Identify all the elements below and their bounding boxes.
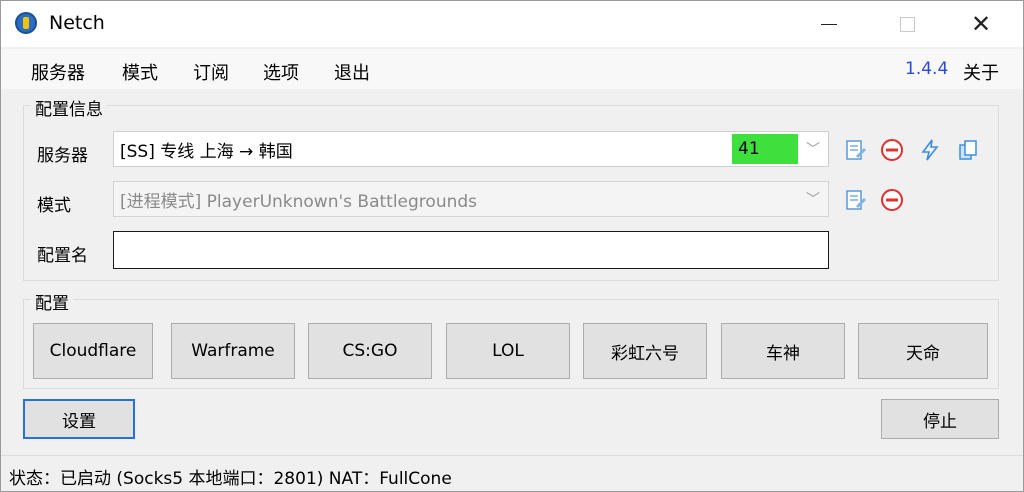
server-combobox[interactable]: [SS] 专线 上海 → 韩国 41 ﹀ <box>113 131 829 167</box>
close-button[interactable]: ✕ <box>947 1 1015 47</box>
minimize-button[interactable] <box>795 1 863 47</box>
config-info-title: 配置信息 <box>31 95 107 120</box>
stop-button[interactable]: 停止 <box>881 399 999 439</box>
minimize-icon <box>821 23 837 25</box>
profile-button-cloudflare[interactable]: Cloudflare <box>33 323 153 379</box>
title-bar: Netch ✕ <box>1 1 1023 47</box>
server-latency-badge: 41 <box>732 134 798 164</box>
server-value: [SS] 专线 上海 → 韩国 <box>120 141 293 162</box>
version-link[interactable]: 1.4.4 <box>905 59 948 79</box>
edit-icon[interactable] <box>843 187 869 213</box>
profile-name-input[interactable] <box>113 231 829 269</box>
menu-exit[interactable]: 退出 <box>334 59 370 85</box>
menu-about[interactable]: 关于 <box>963 59 999 85</box>
profile-button-tianming[interactable]: 天命 <box>858 323 988 379</box>
server-label: 服务器 <box>37 146 88 166</box>
mode-label: 模式 <box>37 196 71 216</box>
remove-icon[interactable] <box>879 137 905 163</box>
profile-button-lol[interactable]: LOL <box>446 323 570 379</box>
lightning-icon[interactable] <box>917 137 943 163</box>
profile-button-warframe[interactable]: Warframe <box>171 323 295 379</box>
menu-bar: 服务器 模式 订阅 选项 退出 1.4.4 关于 <box>1 49 1023 89</box>
profile-button-csgo[interactable]: CS:GO <box>308 323 432 379</box>
remove-icon[interactable] <box>879 187 905 213</box>
profile-name-label: 配置名 <box>37 246 88 266</box>
profile-button-cheshen[interactable]: 车神 <box>721 323 845 379</box>
mode-combobox[interactable]: [进程模式] PlayerUnknown's Battlegrounds ﹀ <box>113 181 829 217</box>
maximize-icon <box>899 16 915 32</box>
profiles-title: 配置 <box>31 289 73 314</box>
window-title: Netch <box>49 12 105 34</box>
chevron-down-icon[interactable]: ﹀ <box>798 132 828 166</box>
menu-options[interactable]: 选项 <box>263 59 299 85</box>
settings-button[interactable]: 设置 <box>23 399 135 439</box>
status-text: 状态：已启动 (Socks5 本地端口：2801) NAT：FullCone <box>9 469 452 489</box>
copy-icon[interactable] <box>955 137 981 163</box>
menu-server[interactable]: 服务器 <box>31 59 85 85</box>
profile-button-rainbow-six[interactable]: 彩虹六号 <box>583 323 707 379</box>
close-icon: ✕ <box>970 10 992 38</box>
status-bar: 状态：已启动 (Socks5 本地端口：2801) NAT：FullCone <box>1 455 1023 491</box>
netch-app-icon <box>15 12 37 34</box>
netch-window: Netch ✕ 服务器 模式 订阅 选项 退出 1.4.4 关于 配置信息 服务… <box>0 0 1024 492</box>
menu-mode[interactable]: 模式 <box>122 59 158 85</box>
chevron-down-icon[interactable]: ﹀ <box>798 182 828 216</box>
mode-value: [进程模式] PlayerUnknown's Battlegrounds <box>120 191 478 212</box>
maximize-button[interactable] <box>873 1 941 47</box>
menu-subscription[interactable]: 订阅 <box>193 59 229 85</box>
edit-icon[interactable] <box>843 137 869 163</box>
